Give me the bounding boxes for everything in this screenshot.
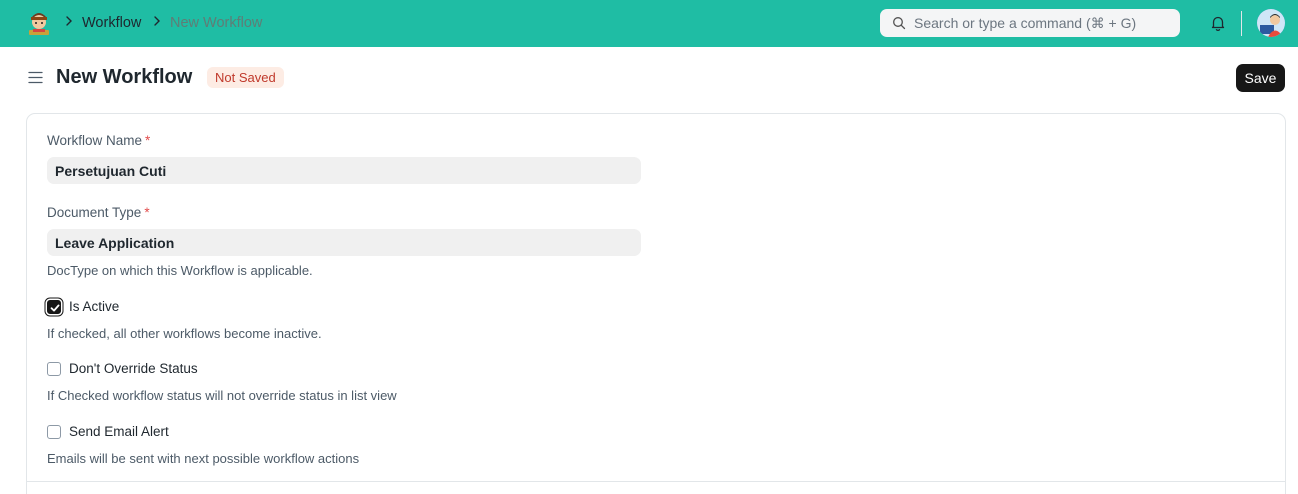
is-active-checkbox[interactable]	[47, 300, 61, 314]
workflow-name-label: Workflow Name *	[47, 133, 151, 148]
send-email-alert-checkbox[interactable]	[47, 425, 61, 439]
send-email-alert-description: Emails will be sent with next possible w…	[47, 451, 360, 466]
sidebar-toggle-icon[interactable]	[28, 70, 43, 90]
bell-icon[interactable]	[1209, 14, 1227, 37]
chevron-right-icon	[152, 14, 162, 31]
dont-override-status-checkbox[interactable]	[47, 362, 61, 376]
navbar-divider	[1241, 11, 1242, 36]
is-active-description: If checked, all other workflows become i…	[47, 326, 322, 341]
document-type-input[interactable]	[47, 229, 641, 256]
status-badge: Not Saved	[207, 67, 284, 88]
chevron-right-icon	[64, 14, 74, 31]
page-title: New Workflow	[56, 66, 193, 88]
document-type-description: DocType on which this Workflow is applic…	[47, 263, 313, 278]
avatar[interactable]	[1257, 9, 1285, 37]
top-navbar: Workflow New Workflow	[0, 0, 1298, 47]
dont-override-status-description: If Checked workflow status will not over…	[47, 388, 397, 403]
send-email-alert-label[interactable]: Send Email Alert	[69, 424, 169, 439]
breadcrumb-workflow[interactable]: Workflow	[82, 15, 141, 31]
is-active-label[interactable]: Is Active	[69, 299, 119, 314]
section-divider	[27, 481, 1285, 482]
save-button[interactable]: Save	[1236, 64, 1285, 92]
checkmark-icon	[50, 304, 60, 312]
search-icon	[893, 17, 906, 30]
workflow-name-input[interactable]	[47, 157, 641, 184]
search-input[interactable]	[914, 9, 1172, 37]
search-bar[interactable]	[880, 9, 1180, 37]
document-type-label: Document Type *	[47, 205, 150, 220]
app-logo-icon[interactable]	[26, 10, 52, 36]
dont-override-status-label[interactable]: Don't Override Status	[69, 361, 198, 376]
breadcrumb-new-workflow: New Workflow	[170, 15, 263, 31]
